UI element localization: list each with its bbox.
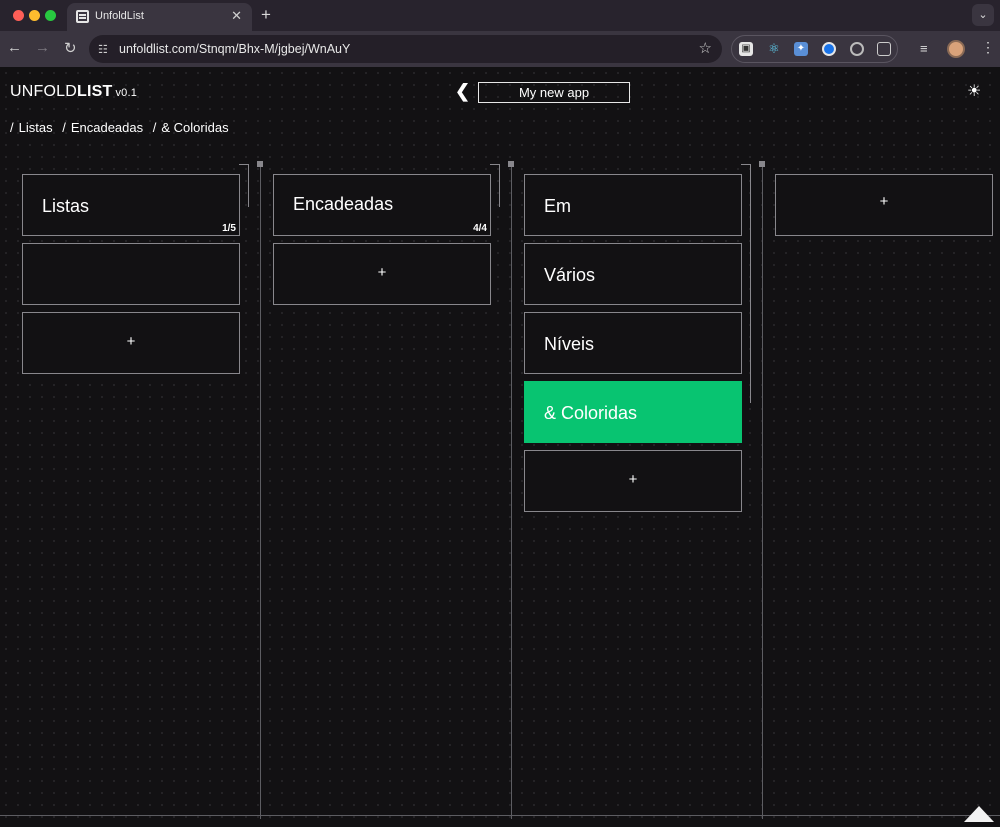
list-icon [76, 10, 89, 23]
item-label: Listas [42, 196, 90, 216]
item-label: Níveis [544, 334, 595, 354]
sun-icon[interactable]: ☀ [967, 81, 981, 101]
address-bar[interactable]: ☷ unfoldlist.com/Stnqm/Bhx-M/jgbej/WnAuY… [89, 35, 722, 63]
tab-title: UnfoldList [95, 10, 144, 22]
add-item-button[interactable]: + [775, 174, 993, 236]
connector-line [741, 164, 751, 403]
list-item[interactable]: Níveis [524, 312, 742, 374]
plus-icon: + [879, 193, 889, 210]
version-label: v0.1 [115, 87, 138, 99]
maximize-window-button[interactable] [45, 10, 56, 21]
extension-icon[interactable] [850, 42, 864, 56]
chevron-left-icon[interactable]: ❮ [455, 81, 470, 102]
app-canvas: UNFOLDLISTv0.1 ❮ ☀ /Listas /Encadeadas /… [0, 67, 1000, 827]
list-item[interactable]: Em [524, 174, 742, 236]
plus-icon: + [126, 333, 136, 350]
extension-icon[interactable]: ▣ [739, 42, 753, 56]
add-item-button[interactable]: + [524, 450, 742, 512]
brand-logo: UNFOLDLIST v0.1 [10, 83, 138, 100]
close-tab-icon[interactable]: ✕ [231, 8, 242, 24]
breadcrumb-item[interactable]: Listas [19, 120, 53, 135]
list-item-selected[interactable]: & Coloridas [524, 381, 742, 443]
site-settings-icon[interactable]: ☷ [98, 43, 108, 56]
add-item-button[interactable]: + [22, 312, 240, 374]
app-name-input[interactable] [478, 82, 630, 103]
avatar[interactable] [947, 40, 965, 58]
plus-icon: + [628, 471, 638, 488]
connector-line [490, 164, 500, 207]
list-item[interactable]: Listas 1/5 [22, 174, 240, 236]
plus-icon: + [377, 264, 387, 281]
bookmark-star-icon[interactable]: ☆ [699, 39, 712, 57]
breadcrumb-item[interactable]: & Coloridas [161, 120, 228, 135]
breadcrumb: / Listas / Encadeadas / & Coloridas [10, 120, 229, 135]
item-label: Vários [544, 265, 596, 285]
minimize-window-button[interactable] [29, 10, 40, 21]
media-controls-icon[interactable]: ≡ [920, 41, 928, 56]
list-item[interactable] [22, 243, 240, 305]
back-arrow-icon[interactable]: ← [7, 39, 22, 56]
password-manager-icon[interactable] [822, 42, 836, 56]
menu-dots-icon[interactable]: ⋮ [981, 39, 995, 56]
connector-line [239, 164, 249, 207]
connector-dot [759, 161, 765, 167]
item-label: Em [544, 196, 571, 216]
column-divider [511, 163, 512, 819]
list-item[interactable]: Encadeadas 4/4 [273, 174, 491, 236]
close-window-button[interactable] [13, 10, 24, 21]
item-count: 1/5 [222, 223, 236, 234]
scroll-up-icon[interactable] [964, 806, 994, 822]
browser-tab-bar: UnfoldList ✕ + ⌄ [0, 0, 1000, 31]
item-label: Encadeadas [293, 194, 394, 214]
extensions-group: ▣ ⚛ ✦ [731, 35, 898, 63]
item-count: 4/4 [473, 223, 487, 234]
connector-dot [508, 161, 514, 167]
breadcrumb-item[interactable]: Encadeadas [71, 120, 143, 135]
react-devtools-icon[interactable]: ⚛ [767, 42, 781, 56]
connector-dot [257, 161, 263, 167]
browser-toolbar: ← → ↻ ☷ unfoldlist.com/Stnqm/Bhx-M/jgbej… [0, 31, 1000, 67]
extension-icon[interactable]: ✦ [794, 42, 808, 56]
item-label: & Coloridas [544, 403, 638, 423]
puzzle-icon[interactable] [877, 42, 891, 56]
chevron-down-icon[interactable]: ⌄ [972, 4, 994, 26]
url-text[interactable]: unfoldlist.com/Stnqm/Bhx-M/jgbej/WnAuY [119, 42, 350, 56]
browser-tab[interactable]: UnfoldList ✕ [67, 3, 252, 31]
bottom-divider [0, 815, 1000, 816]
list-item[interactable]: Vários [524, 243, 742, 305]
column-divider [762, 163, 763, 819]
reload-icon[interactable]: ↻ [64, 39, 77, 57]
forward-arrow-icon[interactable]: → [35, 39, 50, 56]
new-tab-button[interactable]: + [261, 5, 271, 25]
add-item-button[interactable]: + [273, 243, 491, 305]
column-divider [260, 163, 261, 819]
